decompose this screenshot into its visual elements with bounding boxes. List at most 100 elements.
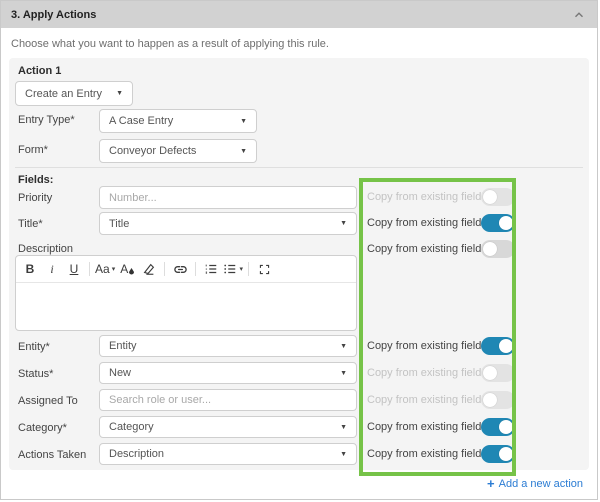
add-new-action-link[interactable]: + Add a new action <box>487 476 583 491</box>
toggle-knob <box>483 366 497 380</box>
entry-type-value: A Case Entry <box>109 115 234 127</box>
assigned-to-input[interactable] <box>99 389 357 411</box>
assigned-to-copy-toggle-row: Copy from existing field <box>367 389 495 411</box>
link-icon[interactable] <box>170 259 190 279</box>
toolbar-separator <box>164 262 165 276</box>
category-label: Category* <box>18 422 67 434</box>
underline-icon[interactable]: U <box>64 259 84 279</box>
actions-taken-copy-toggle-row: Copy from existing field <box>367 443 495 465</box>
actions-taken-copy-toggle[interactable] <box>481 445 515 463</box>
toggle-knob <box>499 447 513 461</box>
entry-type-label: Entry Type* <box>18 114 75 126</box>
panel-header[interactable]: 3. Apply Actions <box>1 1 597 28</box>
chevron-down-icon: ▼ <box>240 148 247 155</box>
font-color-glyph: A <box>120 262 128 276</box>
toolbar-separator <box>89 262 90 276</box>
form-label: Form* <box>18 144 48 156</box>
status-label: Status* <box>18 368 53 380</box>
entity-copy-toggle-row: Copy from existing field <box>367 335 495 357</box>
title-copy-toggle-row: Copy from existing field <box>367 212 495 234</box>
description-copy-toggle-row: Copy from existing field <box>367 238 495 260</box>
status-copy-toggle[interactable] <box>481 364 515 382</box>
description-copy-toggle[interactable] <box>481 240 515 258</box>
chevron-down-icon: ▼ <box>116 90 123 97</box>
font-size-glyph: Aa <box>95 262 110 276</box>
copy-toggle-label: Copy from existing field <box>367 421 481 433</box>
copy-toggle-label: Copy from existing field <box>367 394 481 406</box>
title-label: Title* <box>18 218 43 230</box>
toolbar-separator <box>195 262 196 276</box>
action-title: Action 1 <box>18 65 61 77</box>
entity-copy-toggle[interactable] <box>481 337 515 355</box>
panel-title: 3. Apply Actions <box>11 9 96 21</box>
priority-label: Priority <box>18 192 52 204</box>
description-label: Description <box>18 243 73 255</box>
copy-toggle-label: Copy from existing field <box>367 217 481 229</box>
status-value: New <box>109 367 334 379</box>
actions-taken-value: Description <box>109 448 334 460</box>
entity-select[interactable]: Entity ▼ <box>99 335 357 357</box>
font-color-icon[interactable]: A <box>117 259 137 279</box>
bold-icon[interactable]: B <box>20 259 40 279</box>
copy-toggle-label: Copy from existing field <box>367 191 481 203</box>
priority-input[interactable] <box>99 186 357 209</box>
priority-copy-toggle[interactable] <box>481 188 515 206</box>
title-select[interactable]: Title ▼ <box>99 212 357 235</box>
toggle-knob <box>499 420 513 434</box>
action-card: Action 1 Create an Entry ▼ Entry Type* A… <box>9 58 589 470</box>
toolbar-separator <box>248 262 249 276</box>
add-new-action-label: Add a new action <box>499 478 583 490</box>
category-select[interactable]: Category ▼ <box>99 416 357 438</box>
entity-label: Entity* <box>18 341 50 353</box>
font-size-icon[interactable]: Aa▾ <box>95 259 115 279</box>
action-type-value: Create an Entry <box>25 88 110 100</box>
chevron-down-icon: ▾ <box>239 265 243 273</box>
toggle-knob <box>483 393 497 407</box>
status-select[interactable]: New ▼ <box>99 362 357 384</box>
toggle-knob <box>499 339 513 353</box>
fields-heading: Fields: <box>18 174 53 186</box>
toggle-knob <box>483 242 497 256</box>
panel-footer: + Add a new action <box>487 476 583 491</box>
entry-type-select[interactable]: A Case Entry ▼ <box>99 109 257 133</box>
description-editor: B i U Aa▾ A ▾ <box>15 255 357 331</box>
fullscreen-icon[interactable] <box>254 259 274 279</box>
form-select[interactable]: Conveyor Defects ▼ <box>99 139 257 163</box>
chevron-down-icon: ▼ <box>340 424 347 431</box>
assigned-to-input-field[interactable] <box>109 394 347 406</box>
ordered-list-icon[interactable] <box>201 259 221 279</box>
status-copy-toggle-row: Copy from existing field <box>367 362 495 384</box>
copy-toggle-label: Copy from existing field <box>367 367 481 379</box>
assigned-to-copy-toggle[interactable] <box>481 391 515 409</box>
action-type-select[interactable]: Create an Entry ▼ <box>15 81 133 106</box>
category-copy-toggle[interactable] <box>481 418 515 436</box>
eraser-icon[interactable] <box>139 259 159 279</box>
copy-toggle-label: Copy from existing field <box>367 340 481 352</box>
toggle-knob <box>499 216 513 230</box>
copy-toggle-label: Copy from existing field <box>367 243 481 255</box>
italic-icon[interactable]: i <box>42 259 62 279</box>
description-editor-body[interactable] <box>16 283 356 331</box>
chevron-down-icon: ▼ <box>340 343 347 350</box>
priority-input-field[interactable] <box>109 192 347 204</box>
chevron-down-icon: ▾ <box>112 265 116 273</box>
category-value: Category <box>109 421 334 433</box>
chevron-down-icon: ▼ <box>340 220 347 227</box>
chevron-down-icon: ▼ <box>340 370 347 377</box>
title-value: Title <box>109 218 334 230</box>
priority-copy-toggle-row: Copy from existing field <box>367 186 495 208</box>
assigned-to-label: Assigned To <box>18 395 78 407</box>
chevron-down-icon: ▼ <box>240 118 247 125</box>
apply-actions-panel: 3. Apply Actions Choose what you want to… <box>0 0 598 500</box>
chevron-up-icon[interactable] <box>571 7 587 23</box>
unordered-list-icon[interactable]: ▾ <box>223 259 243 279</box>
chevron-down-icon: ▼ <box>340 451 347 458</box>
actions-taken-label: Actions Taken <box>18 449 86 461</box>
title-copy-toggle[interactable] <box>481 214 515 232</box>
category-copy-toggle-row: Copy from existing field <box>367 416 495 438</box>
editor-toolbar: B i U Aa▾ A ▾ <box>16 256 356 283</box>
form-value: Conveyor Defects <box>109 145 234 157</box>
panel-description: Choose what you want to happen as a resu… <box>1 28 597 58</box>
plus-icon: + <box>487 476 495 491</box>
actions-taken-select[interactable]: Description ▼ <box>99 443 357 465</box>
